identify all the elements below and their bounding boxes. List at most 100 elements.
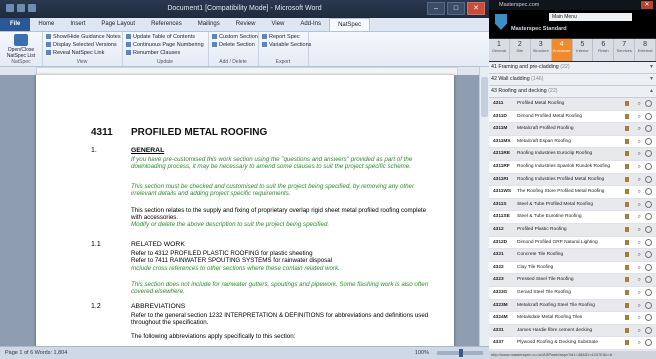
list-item[interactable]: 4311D Dimond Profiled Metal Roofing ⌕ (489, 111, 656, 124)
custom-section-button[interactable]: Custom Section (212, 34, 258, 41)
list-item[interactable]: 4311RI Roofing Industries Profiled Metal … (489, 173, 656, 187)
list-item[interactable]: 4321 Concrete Tile Roofing ⌕ (489, 249, 656, 262)
zoom-level[interactable]: 100% (415, 350, 429, 356)
pin-icon[interactable]: ⌕ (638, 338, 641, 350)
document-icon[interactable] (625, 138, 629, 144)
list-item[interactable]: 4324M Metalsdale Metal Roofing Tiles ⌕ (489, 312, 656, 325)
pin-icon[interactable]: ⌕ (638, 175, 641, 187)
pin-icon[interactable]: ⌕ (638, 225, 641, 237)
document-icon[interactable] (625, 327, 629, 333)
section-tab-6[interactable]: 6 Finish (593, 39, 615, 61)
minimize-icon[interactable]: – (427, 2, 445, 15)
document-icon[interactable] (625, 101, 629, 106)
info-icon[interactable] (645, 125, 652, 133)
document-icon[interactable] (625, 252, 629, 258)
document-icon[interactable] (625, 315, 629, 321)
document-page[interactable]: 4311 PROFILED METAL ROOFING 1. GENERAL I… (36, 75, 454, 350)
show-hide-guidance-button[interactable]: Show/Hide Guidance Notes (46, 34, 121, 41)
pin-icon[interactable]: ⌕ (638, 99, 641, 111)
report-spec-button[interactable]: Report Spec (262, 34, 300, 41)
info-icon[interactable] (645, 162, 652, 170)
display-versions-button[interactable]: Display Selected Versions (46, 42, 117, 49)
list-item[interactable]: 4311MX Metalcraft Espan Roofing ⌕ (489, 136, 656, 149)
reveal-link-button[interactable]: Reveal NatSpec Link (46, 50, 104, 57)
panel-close-icon[interactable]: ✕ (641, 1, 653, 9)
scroll-thumb[interactable] (481, 77, 488, 117)
tab-page-layout[interactable]: Page Layout (93, 18, 143, 31)
info-icon[interactable] (645, 276, 652, 284)
list-item[interactable]: 4323G Gerard Steel Tile Roofing ⌕ (489, 287, 656, 300)
pin-icon[interactable]: ⌕ (638, 212, 641, 224)
info-icon[interactable] (645, 314, 652, 322)
tab-add-ins[interactable]: Add-Ins (292, 18, 329, 31)
group-header[interactable]: 43 Roofing and decking (22) ▴ (489, 86, 656, 98)
list-item[interactable]: 4323M Metalcraft Roofing Steel Tile Roofi… (489, 299, 656, 313)
tab-view[interactable]: View (263, 18, 292, 31)
pin-icon[interactable]: ⌕ (638, 326, 641, 338)
vertical-scrollbar[interactable] (479, 67, 489, 347)
list-item[interactable]: 4311S Steel & Tube Profiled Metal Roofing… (489, 198, 656, 212)
list-item[interactable]: 4323 Pressed Steel Tile Roofing ⌕ (489, 274, 656, 287)
update-toc-button[interactable]: Update Table of Contents (126, 34, 195, 41)
list-item[interactable]: 4311RE Roofing Industries Euroclip Roofin… (489, 148, 656, 161)
document-icon[interactable] (625, 264, 629, 270)
document-icon[interactable] (625, 340, 629, 346)
list-item[interactable]: 4311 Profiled Metal Roofing ⌕ (489, 98, 656, 111)
tab-insert[interactable]: Insert (62, 18, 93, 31)
group-header[interactable]: 42 Wall cladding (146) ▾ (489, 74, 656, 86)
group-header[interactable]: 41 Framing and pre-cladding (22) ▾ (489, 62, 656, 74)
info-icon[interactable] (645, 326, 652, 334)
document-icon[interactable] (625, 214, 629, 220)
section-tab-4[interactable]: 4 Enclosure (551, 39, 573, 61)
document-icon[interactable] (625, 201, 629, 207)
section-tab-3[interactable]: 3 Structure (531, 39, 552, 61)
open-close-list-button[interactable]: Open/Close NatSpec List (4, 34, 38, 59)
info-icon[interactable] (645, 301, 652, 309)
section-tab-1[interactable]: 1 General (489, 39, 510, 61)
list-item[interactable]: 4311M Metalcraft Profiled Roofing ⌕ (489, 123, 656, 136)
pin-icon[interactable]: ⌕ (638, 187, 641, 199)
info-icon[interactable] (645, 188, 652, 196)
tab-file[interactable]: File (0, 18, 31, 31)
document-icon[interactable] (625, 302, 629, 308)
info-icon[interactable] (645, 238, 652, 246)
variable-sections-button[interactable]: Variable Sections (262, 42, 311, 49)
list-item[interactable]: 4311WS The Roofing Store Profiled Metal R… (489, 186, 656, 199)
document-icon[interactable] (625, 289, 629, 295)
main-menu-button[interactable]: Main Menu (549, 13, 632, 21)
info-icon[interactable] (645, 200, 652, 208)
pin-icon[interactable]: ⌕ (638, 263, 641, 275)
info-icon[interactable] (645, 213, 652, 221)
section-tab-5[interactable]: 5 Interior (573, 39, 594, 61)
list-item[interactable]: 4311RF Roofing Industries Spanlok Rundek … (489, 161, 656, 174)
list-item[interactable]: 4312 Profiled Plastic Roofing ⌕ (489, 223, 656, 237)
tab-references[interactable]: References (143, 18, 190, 31)
info-icon[interactable] (645, 339, 652, 347)
list-item[interactable]: 4331 James Hardie fibre cement decking ⌕ (489, 324, 656, 338)
list-item[interactable]: 4312D Dimond Profiled GRP Natural Lightin… (489, 237, 656, 250)
pin-icon[interactable]: ⌕ (638, 124, 641, 136)
document-icon[interactable] (625, 126, 629, 132)
pin-icon[interactable]: ⌕ (638, 137, 641, 149)
info-icon[interactable] (645, 225, 652, 233)
pin-icon[interactable]: ⌕ (638, 275, 641, 287)
document-icon[interactable] (625, 151, 629, 157)
document-icon[interactable] (625, 163, 629, 169)
list-item[interactable]: 4337 Plywood Roofing & Decking Substrate ⌕ (489, 337, 656, 350)
info-icon[interactable] (645, 288, 652, 296)
maximize-icon[interactable]: □ (447, 2, 465, 15)
info-icon[interactable] (645, 100, 652, 107)
delete-section-button[interactable]: Delete Section (212, 42, 255, 49)
info-icon[interactable] (645, 137, 652, 145)
tab-natspec[interactable]: NatSpec (329, 18, 371, 31)
zoom-slider[interactable] (437, 349, 483, 357)
info-icon[interactable] (645, 175, 652, 183)
pin-icon[interactable]: ⌕ (638, 200, 641, 212)
pin-icon[interactable]: ⌕ (638, 238, 641, 250)
tab-review[interactable]: Review (228, 18, 264, 31)
zoom-slider-handle[interactable] (459, 349, 463, 357)
document-icon[interactable] (625, 277, 629, 283)
document-icon[interactable] (625, 239, 629, 245)
pin-icon[interactable]: ⌕ (638, 301, 641, 313)
info-icon[interactable] (645, 112, 652, 120)
